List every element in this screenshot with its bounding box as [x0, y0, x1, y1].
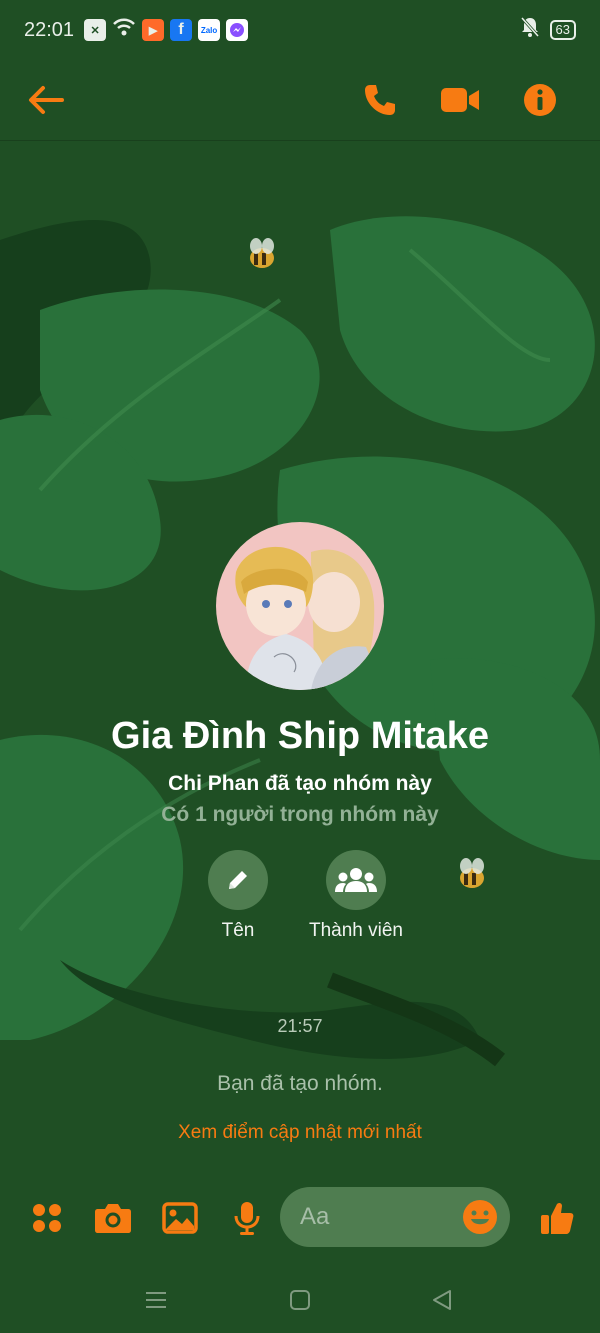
- message-input-placeholder: Aa: [300, 1203, 330, 1230]
- info-icon: [524, 84, 556, 116]
- emoji-button[interactable]: [462, 1199, 498, 1235]
- video-call-button[interactable]: [436, 76, 484, 124]
- pencil-icon: [229, 871, 247, 889]
- back-nav-button[interactable]: [426, 1284, 458, 1316]
- status-bar: 22:01 ✕ ▶ f Zalo 63: [0, 0, 600, 60]
- message-composer: Aa: [0, 1182, 600, 1252]
- voice-message-button[interactable]: [227, 1198, 267, 1238]
- members-circle[interactable]: [326, 850, 386, 910]
- wifi-icon: [112, 17, 136, 43]
- rename-circle[interactable]: [208, 850, 268, 910]
- group-avatar-image: [216, 522, 384, 690]
- system-navigation-bar: [0, 1270, 600, 1330]
- camera-button[interactable]: [93, 1198, 133, 1238]
- phone-icon: [365, 85, 395, 115]
- like-button[interactable]: [537, 1198, 577, 1238]
- back-triangle-icon: [433, 1290, 451, 1310]
- rename-group-button[interactable]: Tên: [178, 850, 298, 942]
- video-app-icon: ▶: [142, 19, 165, 41]
- thumbs-up-icon: [541, 1202, 574, 1234]
- system-message: Bạn đã tạo nhóm.: [217, 1072, 383, 1095]
- silent-bell-icon: [520, 16, 540, 44]
- voice-call-button[interactable]: [356, 76, 404, 124]
- status-time: 22:01: [24, 18, 75, 41]
- menu-lines-icon: [146, 1292, 166, 1308]
- emoji-icon: [463, 1200, 497, 1234]
- members-button[interactable]: Thành viên: [296, 850, 416, 942]
- facebook-icon: f: [170, 19, 193, 41]
- apps-button[interactable]: [27, 1198, 67, 1238]
- rename-label: Tên: [221, 920, 255, 941]
- back-arrow-icon: [29, 86, 64, 114]
- message-input[interactable]: Aa: [280, 1187, 510, 1247]
- latest-updates-link[interactable]: Xem điểm cập nhật mới nhất: [0, 1122, 600, 1144]
- info-button[interactable]: [516, 76, 564, 124]
- group-avatar[interactable]: [216, 522, 384, 690]
- group-members-count: Có 1 người trong nhóm này: [161, 803, 439, 826]
- video-call-icon: [441, 88, 479, 112]
- home-button[interactable]: [284, 1284, 316, 1316]
- back-button[interactable]: [22, 76, 70, 124]
- chat-header: [0, 60, 600, 141]
- camera-icon: [95, 1204, 131, 1233]
- members-label: Thành viên: [308, 920, 403, 941]
- microphone-icon: [234, 1202, 260, 1235]
- group-creator-text: Chi Phan đã tạo nhóm này: [168, 772, 432, 795]
- apps-icon: [33, 1204, 61, 1232]
- home-square-icon: [290, 1290, 310, 1310]
- recent-apps-button[interactable]: [140, 1284, 172, 1316]
- message-timestamp: 21:57: [277, 1016, 323, 1036]
- group-name: Gia Đình Ship Mitake: [111, 715, 489, 757]
- zalo-icon: Zalo: [198, 19, 221, 41]
- gallery-button[interactable]: [160, 1198, 200, 1238]
- image-icon: [162, 1202, 198, 1234]
- people-icon: [335, 868, 377, 892]
- battery-indicator: 63: [549, 20, 576, 40]
- notification-x-icon: ✕: [84, 19, 107, 41]
- messenger-icon: [226, 19, 249, 41]
